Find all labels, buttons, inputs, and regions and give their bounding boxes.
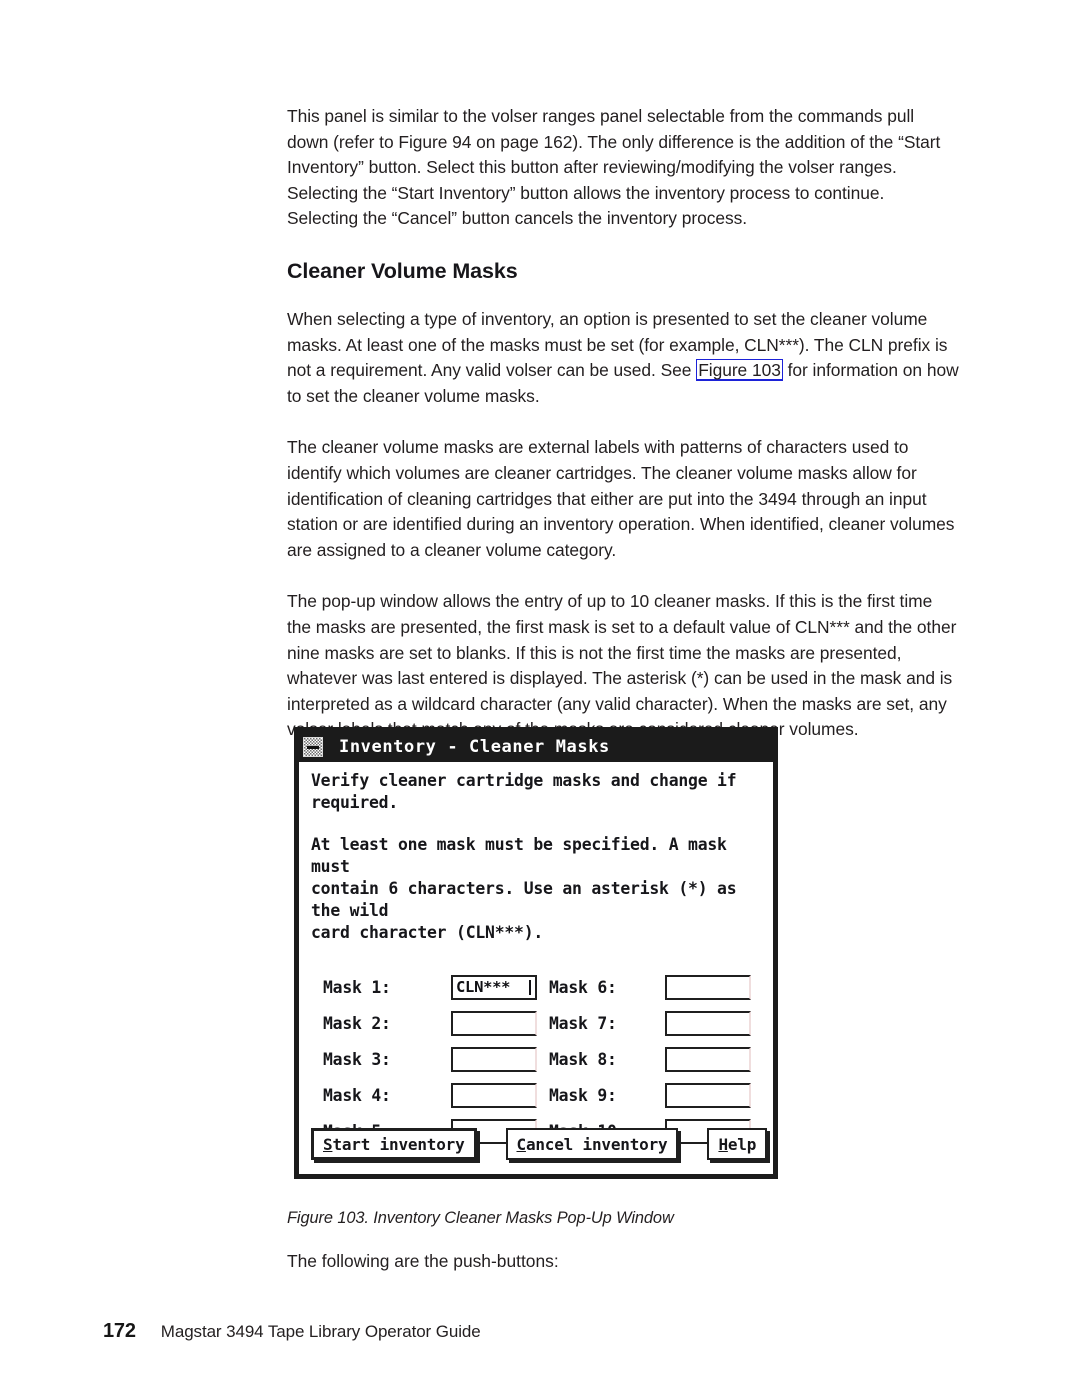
mask-2-input[interactable] xyxy=(451,1010,537,1036)
mask-4-label: Mask 4: xyxy=(323,1085,391,1105)
paragraph-intro: This panel is similar to the volser rang… xyxy=(287,106,941,229)
paragraph-cleaner-masks-intro: When selecting a type of inventory, an o… xyxy=(287,307,959,409)
mask-8-label: Mask 8: xyxy=(549,1049,617,1069)
help-button[interactable]: Help xyxy=(707,1128,768,1160)
mask-fields-grid: Mask 1: CLN*** Mask 6: Mask 2: Mask 7: M… xyxy=(311,969,761,1149)
mask-4-input[interactable] xyxy=(451,1082,537,1108)
mask-9-input[interactable] xyxy=(665,1082,751,1108)
dialog-button-row: Start inventory Cancel inventory Help xyxy=(311,1128,768,1160)
footer-book-title: Magstar 3494 Tape Library Operator Guide xyxy=(160,1322,481,1341)
dialog-instruction-rules: At least one mask must be specified. A m… xyxy=(311,835,737,942)
dialog-body: Verify cleaner cartridge masks and chang… xyxy=(299,762,773,1174)
dialog-title: Inventory - Cleaner Masks xyxy=(339,737,610,757)
mask-1-input[interactable]: CLN*** xyxy=(451,974,537,1000)
cancel-inventory-label: ancel inventory xyxy=(525,1134,668,1154)
page-footer: 172 Magstar 3494 Tape Library Operator G… xyxy=(103,1320,481,1343)
mask-6-input[interactable] xyxy=(665,974,751,1000)
body-text-column: This panel is similar to the volser rang… xyxy=(287,104,959,769)
paragraph-popup-description: The pop-up window allows the entry of up… xyxy=(287,591,957,740)
start-inventory-button[interactable]: Start inventory xyxy=(311,1128,477,1160)
mask-8-input[interactable] xyxy=(665,1046,751,1072)
mask-1-label: Mask 1: xyxy=(323,977,391,997)
cancel-inventory-button[interactable]: Cancel inventory xyxy=(505,1128,679,1160)
page-title: Cleaner Volume Masks xyxy=(287,258,518,283)
mask-7-label: Mask 7: xyxy=(549,1013,617,1033)
figure-inventory-cleaner-masks: Inventory - Cleaner Masks Verify cleaner… xyxy=(294,727,778,1179)
paragraph-push-buttons-lead-in: The following are the push-buttons: xyxy=(287,1251,559,1271)
footer-page-number: 172 xyxy=(103,1320,136,1342)
start-inventory-mnemonic: S xyxy=(323,1134,333,1154)
window-menu-icon[interactable] xyxy=(303,737,323,757)
paragraph-external-labels: The cleaner volume masks are external la… xyxy=(287,437,955,560)
inventory-cleaner-masks-dialog: Inventory - Cleaner Masks Verify cleaner… xyxy=(294,727,778,1179)
mask-3-label: Mask 3: xyxy=(323,1049,391,1069)
figure-103-link[interactable]: Figure 103 xyxy=(696,359,783,382)
dialog-instruction-verify: Verify cleaner cartridge masks and chang… xyxy=(311,771,737,812)
mask-3-input[interactable] xyxy=(451,1046,537,1072)
cancel-inventory-mnemonic: C xyxy=(516,1134,527,1154)
page: This panel is similar to the volser rang… xyxy=(0,0,1080,1397)
dialog-title-bar: Inventory - Cleaner Masks xyxy=(299,732,773,762)
mask-9-label: Mask 9: xyxy=(549,1085,617,1105)
start-inventory-label: tart inventory xyxy=(332,1134,465,1154)
mask-7-input[interactable] xyxy=(665,1010,751,1036)
figure-caption: Figure 103. Inventory Cleaner Masks Pop-… xyxy=(287,1209,674,1227)
help-label: elp xyxy=(727,1134,757,1154)
help-mnemonic: H xyxy=(718,1134,728,1154)
mask-2-label: Mask 2: xyxy=(323,1013,391,1033)
mask-6-label: Mask 6: xyxy=(549,977,617,997)
